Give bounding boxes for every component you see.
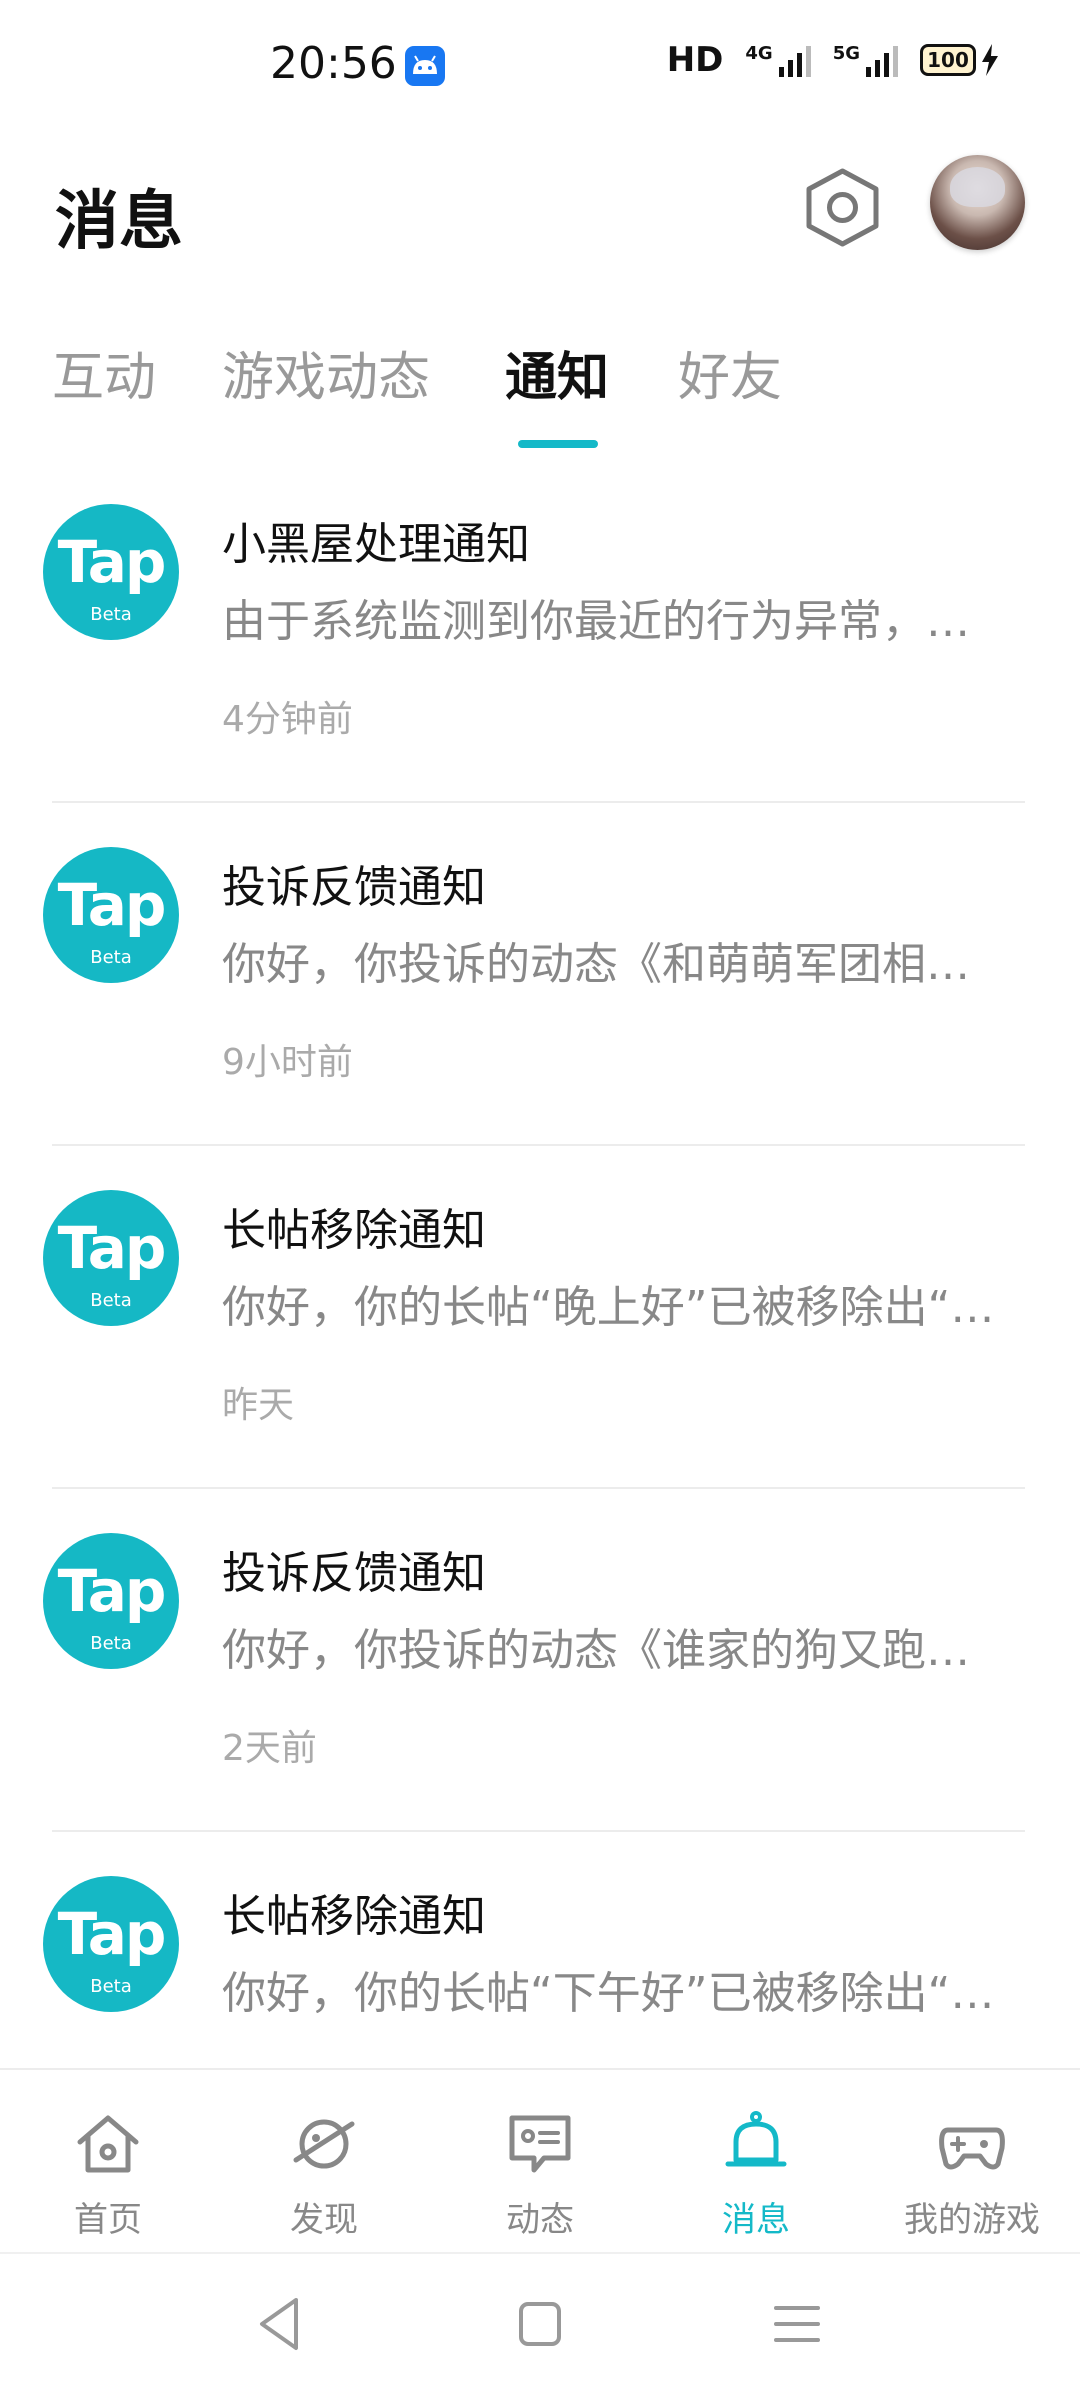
- notification-title: 投诉反馈通知: [222, 1548, 486, 1599]
- nav-discover[interactable]: 发现: [216, 2070, 432, 2252]
- notification-list: Tap Beta 小黑屋处理通知 由于系统监测到你最近的行为异常，… 4分钟前 T…: [0, 460, 1080, 2175]
- tap-logo-icon: Tap Beta: [43, 1876, 179, 2012]
- planet-icon: [293, 2119, 355, 2169]
- notification-preview: 你好，你投诉的动态《和萌萌军团相…: [222, 939, 970, 990]
- notification-title: 投诉反馈通知: [222, 862, 486, 913]
- tap-logo-icon: Tap Beta: [43, 847, 179, 983]
- settings-button[interactable]: [800, 165, 885, 250]
- bell-icon: [725, 2111, 787, 2167]
- status-time: 20:56: [270, 38, 397, 89]
- notification-preview: 由于系统监测到你最近的行为异常，…: [222, 596, 970, 647]
- signal-5g-icon: 5G: [833, 43, 898, 77]
- hd-indicator: HD: [666, 40, 724, 80]
- gamepad-icon: [939, 2127, 1005, 2170]
- tab-friends[interactable]: 好友: [678, 335, 782, 410]
- notification-title: 小黑屋处理通知: [222, 519, 530, 570]
- list-item[interactable]: Tap Beta 投诉反馈通知 你好，你投诉的动态《和萌萌军团相… 9小时前: [0, 803, 1080, 1146]
- active-tab-indicator: [518, 440, 598, 448]
- list-item[interactable]: Tap Beta 长帖移除通知 你好，你的长帖“晚上好”已被移除出“… 昨天: [0, 1146, 1080, 1489]
- nav-home[interactable]: 首页: [0, 2070, 216, 2252]
- menu-lines-icon: [774, 2306, 820, 2342]
- tab-game-news[interactable]: 游戏动态: [222, 335, 430, 410]
- tab-interaction[interactable]: 互动: [52, 335, 156, 410]
- back-button[interactable]: [254, 2294, 304, 2358]
- nav-my-games[interactable]: 我的游戏: [864, 2070, 1080, 2252]
- back-triangle-icon: [260, 2298, 298, 2350]
- feed-icon: [509, 2115, 571, 2173]
- bottom-nav: 首页 发现 动态 消息 我的游戏: [0, 2068, 1080, 2252]
- system-nav-bar: [0, 2252, 1080, 2402]
- recents-button[interactable]: [772, 2294, 822, 2358]
- android-app-icon: [405, 46, 445, 86]
- battery-icon: 100: [920, 44, 1000, 76]
- status-indicators: HD 4G 5G 100: [667, 40, 1000, 80]
- home-button[interactable]: [515, 2294, 565, 2358]
- page-title: 消息: [55, 185, 183, 259]
- list-item[interactable]: Tap Beta 小黑屋处理通知 由于系统监测到你最近的行为异常，… 4分钟前: [0, 460, 1080, 803]
- notification-preview: 你好，你的长帖“下午好”已被移除出“…: [222, 1968, 995, 2019]
- settings-hexagon-icon: [806, 168, 879, 247]
- nav-messages[interactable]: 消息: [648, 2070, 864, 2252]
- tab-notifications[interactable]: 通知: [505, 335, 609, 410]
- notification-time: 昨天: [222, 1385, 295, 1426]
- tap-logo-icon: Tap Beta: [43, 1190, 179, 1326]
- tap-logo-icon: Tap Beta: [43, 1533, 179, 1669]
- notification-title: 长帖移除通知: [222, 1891, 486, 1942]
- home-square-icon: [519, 2302, 561, 2346]
- nav-feed[interactable]: 动态: [432, 2070, 648, 2252]
- notification-time: 4分钟前: [222, 699, 353, 740]
- notification-title: 长帖移除通知: [222, 1205, 486, 1256]
- status-bar: 20:56 HD 4G 5G 100: [0, 0, 1080, 130]
- tap-logo-icon: Tap Beta: [43, 504, 179, 640]
- notification-time: 9小时前: [222, 1042, 353, 1083]
- home-icon: [77, 2115, 139, 2173]
- tab-bar: 互动 游戏动态 通知 好友: [0, 335, 1080, 455]
- notification-preview: 你好，你投诉的动态《谁家的狗又跑…: [222, 1625, 970, 1676]
- signal-4g-icon: 4G: [745, 43, 811, 77]
- notification-preview: 你好，你的长帖“晚上好”已被移除出“…: [222, 1282, 995, 1333]
- avatar[interactable]: [930, 155, 1025, 250]
- notification-time: 2天前: [222, 1728, 317, 1769]
- list-item[interactable]: Tap Beta 投诉反馈通知 你好，你投诉的动态《谁家的狗又跑… 2天前: [0, 1489, 1080, 1832]
